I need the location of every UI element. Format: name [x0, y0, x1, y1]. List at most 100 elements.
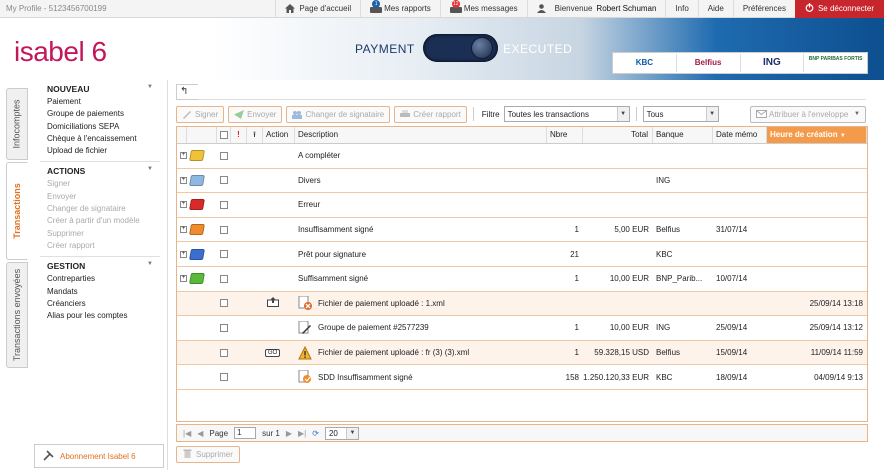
expand-icon[interactable]: + [180, 176, 187, 184]
row-description: Fichier de paiement uploadé : 1.xml [318, 298, 445, 308]
row-banque: ING [656, 175, 671, 185]
preferences-link[interactable]: Préférences [732, 0, 795, 18]
row-nbre [547, 193, 583, 217]
section-header-nouveau[interactable]: NOUVEAU ▼ [47, 84, 153, 94]
sidebar-item-mandats[interactable]: Mandats [47, 286, 167, 298]
send-button[interactable]: Envoyer [228, 105, 283, 123]
sidebar-item-domiciliations[interactable]: Domiciliations SEPA [47, 121, 167, 133]
tab-infocomptes[interactable]: Infocomptes [6, 88, 28, 160]
row-checkbox[interactable] [220, 151, 228, 160]
home-link[interactable]: Page d'accueil [275, 0, 360, 18]
section-gestion: GESTION ▼ Contreparties Mandats Créancier… [47, 261, 167, 322]
help-link[interactable]: Aide [697, 0, 733, 18]
sidebar-item-signer: Signer [47, 179, 71, 189]
last-page-icon[interactable]: ▶| [298, 429, 306, 438]
page-input[interactable]: 1 [234, 427, 257, 439]
row-date: 15/09/14 [716, 348, 748, 358]
section-header-actions[interactable]: ACTIONS ▼ [47, 166, 153, 176]
chevron-down-icon: ▼ [705, 107, 718, 121]
row-checkbox[interactable] [220, 348, 228, 357]
folder-row[interactable]: + Prêt pour signature 21 KBC [177, 242, 867, 267]
row-checkbox[interactable] [220, 176, 228, 185]
folder-row[interactable]: + Divers ING [177, 169, 867, 194]
expand-icon[interactable]: + [180, 152, 187, 160]
row-date [713, 169, 767, 193]
next-page-icon[interactable]: ▶ [286, 429, 292, 438]
row-description: A compléter [298, 151, 341, 161]
messages-link[interactable]: 12 Mes messages [439, 0, 527, 18]
transaction-row[interactable]: Groupe de paiement #2577239 1 10,00 EUR ING… [177, 316, 867, 341]
reports-link[interactable]: 1 Mes rapports [360, 0, 440, 18]
filter2-select[interactable]: Tous ▼ [642, 106, 719, 122]
header-heure-creation[interactable]: Heure de création ▼ [767, 127, 867, 143]
row-nbre: 158 [565, 372, 579, 382]
row-checkbox[interactable] [220, 250, 228, 259]
logout-button[interactable]: Se déconnecter [794, 0, 884, 18]
sidebar-item-alias[interactable]: Alias pour les comptes [47, 310, 167, 322]
header-banque[interactable]: Banque [653, 127, 713, 143]
sidebar-item-cheque[interactable]: Chèque à l'encaissement [47, 133, 167, 145]
main-panel: ↰ Signer Envoyer Changer de signataire C… [170, 80, 878, 470]
envelope-button[interactable]: Attribuer à l'enveloppe ▼ [750, 105, 866, 123]
messages-icon: 12 [449, 0, 462, 13]
row-checkbox[interactable] [220, 200, 228, 209]
row-heure: 11/09/14 11:59 [810, 348, 863, 358]
transaction-row[interactable]: Fichier de paiement uploadé : 1.xml 25/09… [177, 291, 867, 317]
row-description: Groupe de paiement #2577239 [318, 323, 429, 333]
vertical-tabs: Infocomptes Transactions Transactions en… [4, 84, 30, 468]
row-banque: Belfius [656, 225, 681, 235]
row-total [583, 292, 653, 316]
expand-icon[interactable]: + [180, 250, 187, 258]
folder-row[interactable]: + Erreur [177, 193, 867, 218]
folder-row[interactable]: + Insuffisamment signé 1 5,00 EUR Belfius 31/… [177, 218, 867, 243]
info-link[interactable]: Info [665, 0, 697, 18]
header-nbre[interactable]: Nbre [547, 127, 583, 143]
upload-icon[interactable] [266, 297, 279, 309]
status-icon [295, 365, 315, 389]
breadcrumb-bar: ↰ [176, 84, 866, 100]
header-total[interactable]: Total [583, 127, 653, 143]
section-header-gestion[interactable]: GESTION ▼ [47, 261, 153, 271]
sidebar-item-paiement[interactable]: Paiement [47, 96, 167, 108]
back-arrow-icon[interactable]: ↰ [176, 84, 198, 100]
refresh-icon[interactable]: ⟳ [312, 429, 319, 438]
sidebar-item-groupe-paiements[interactable]: Groupe de paiements [47, 108, 167, 120]
header-date-memo[interactable]: Date mémo [713, 127, 767, 143]
select-all-checkbox[interactable] [217, 127, 231, 143]
transaction-row[interactable]: GO Fichier de paiement uploadé : fr (3) (… [177, 340, 867, 366]
transaction-row[interactable]: SDD Insuffisamment signé 158 1.250.120,33 … [177, 365, 867, 390]
go-icon[interactable]: GO [264, 348, 281, 357]
sidebar-item-contreparties[interactable]: Contreparties [47, 273, 167, 285]
expand-icon[interactable]: + [180, 275, 187, 283]
first-page-icon[interactable]: |◀ [183, 429, 191, 438]
folder-row[interactable]: + A compléter [177, 144, 867, 169]
expand-icon[interactable]: + [180, 201, 187, 209]
change-signer-button[interactable]: Changer de signataire [286, 105, 391, 123]
folder-row[interactable]: + Suffisamment signé 1 10,00 EUR BNP_Parib..… [177, 267, 867, 292]
page-size-select[interactable]: 20 ▼ [324, 426, 359, 440]
row-heure: 25/09/14 13:12 [809, 323, 863, 333]
prev-page-icon[interactable]: ◀ [197, 429, 203, 438]
delete-button[interactable]: Supprimer [176, 446, 240, 463]
row-checkbox[interactable] [220, 274, 228, 283]
divider [472, 107, 474, 121]
tab-transactions-envoyees[interactable]: Transactions envoyées [6, 262, 28, 368]
row-checkbox[interactable] [220, 299, 228, 308]
header-action[interactable]: Action [263, 127, 295, 143]
row-checkbox[interactable] [220, 225, 228, 234]
upload-header-icon[interactable]: ⭱ [247, 127, 263, 143]
collapse-icon: ▼ [147, 166, 153, 173]
row-checkbox[interactable] [220, 373, 228, 382]
sign-button[interactable]: Signer [176, 105, 225, 123]
abonnement-link[interactable]: Abonnement Isabel 6 [34, 444, 164, 468]
create-report-button[interactable]: Créer rapport [394, 105, 467, 123]
row-nbre: 1 [574, 274, 579, 284]
sidebar-item-upload[interactable]: Upload de fichier [47, 145, 167, 157]
header-priority[interactable]: ! [231, 127, 247, 143]
tab-transactions[interactable]: Transactions [6, 162, 28, 260]
row-checkbox[interactable] [220, 323, 228, 332]
filter-select[interactable]: Toutes les transactions ▼ [503, 106, 630, 122]
header-description[interactable]: Description [295, 127, 547, 143]
expand-icon[interactable]: + [180, 226, 187, 234]
sidebar-item-creanciers[interactable]: Créanciers [47, 298, 167, 310]
